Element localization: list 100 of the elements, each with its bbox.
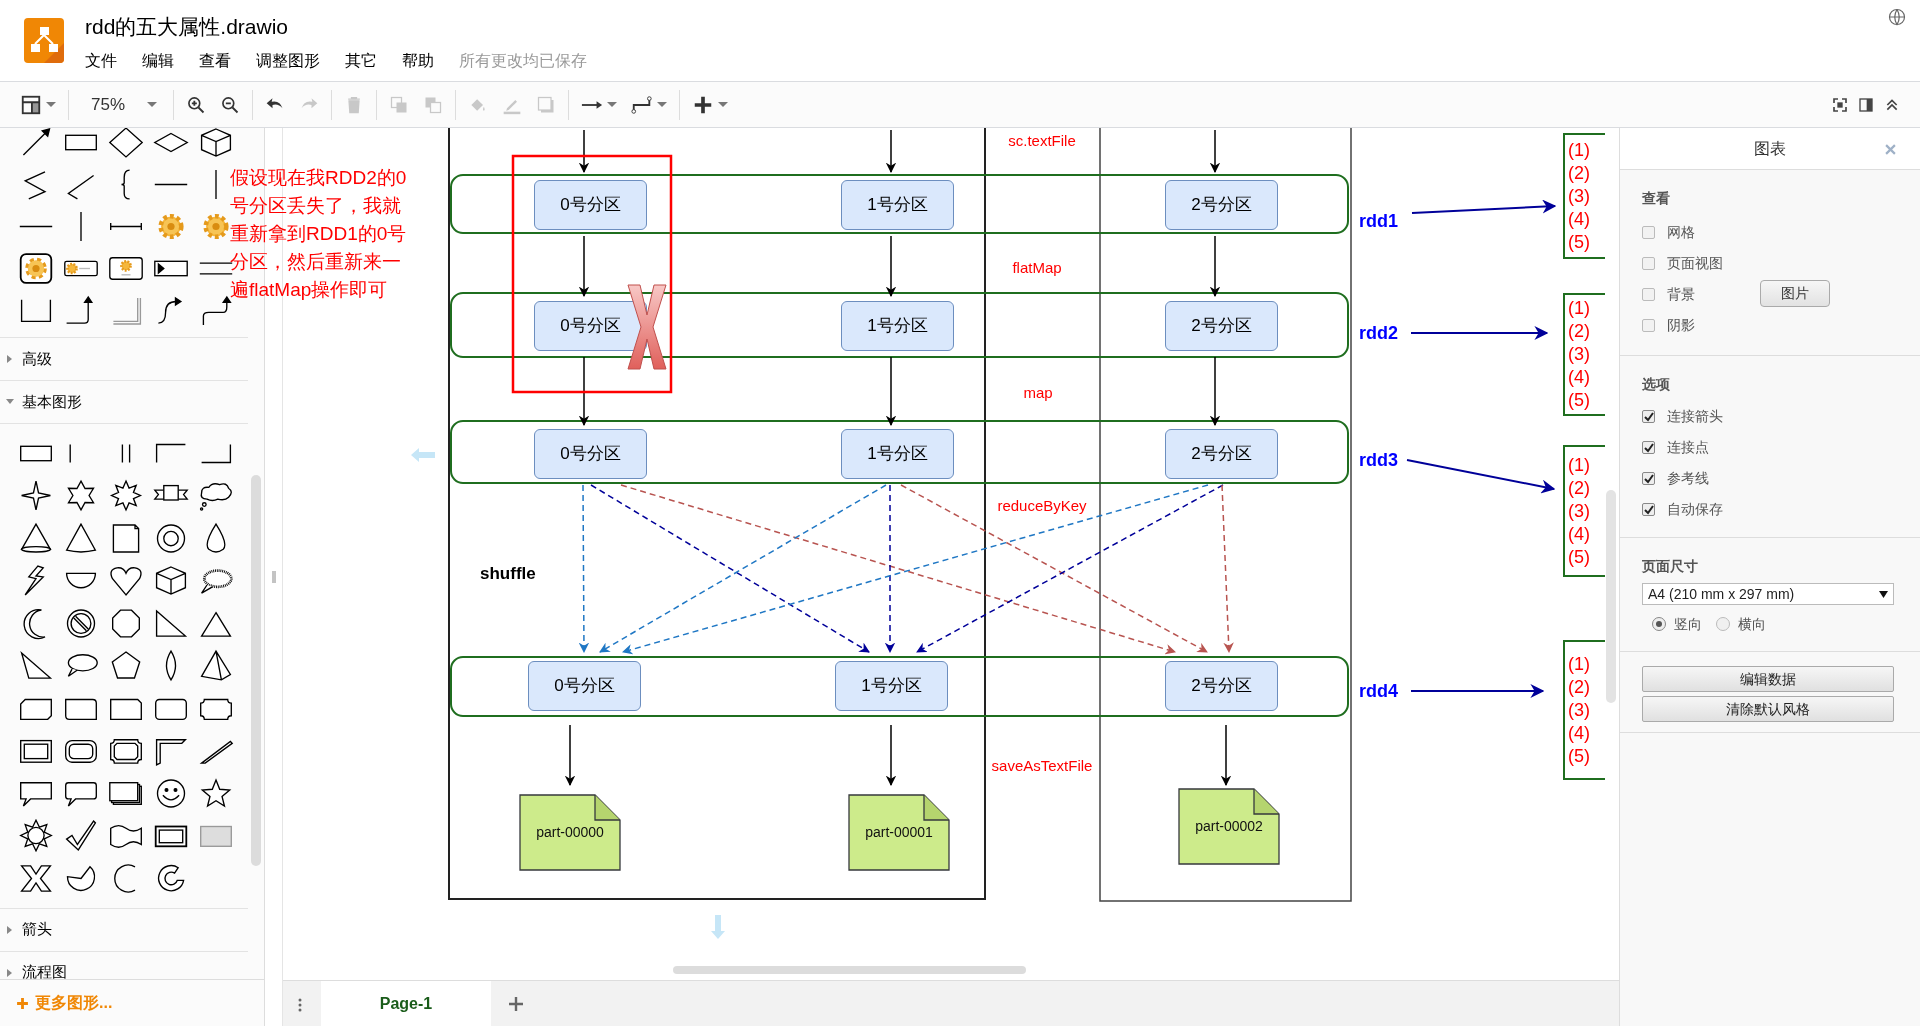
partition-box: 0号分区 bbox=[534, 429, 647, 479]
partition-box: 2号分区 bbox=[1165, 661, 1278, 711]
note-line: (2) bbox=[1568, 320, 1591, 343]
checkbox-label[interactable]: 背景 bbox=[1667, 284, 1695, 305]
waypoints-button[interactable] bbox=[631, 93, 668, 116]
globe-icon[interactable] bbox=[1888, 8, 1906, 26]
checkbox-label[interactable]: 连接点 bbox=[1667, 437, 1709, 458]
flow-arrow bbox=[578, 129, 590, 174]
menu-item[interactable]: 查看 bbox=[199, 49, 231, 73]
checkbox-label[interactable]: 参考线 bbox=[1667, 468, 1709, 489]
caret-icon bbox=[147, 102, 158, 107]
file-note: part-00001 bbox=[848, 794, 950, 871]
checkbox[interactable] bbox=[1642, 319, 1655, 332]
flow-arrow bbox=[1209, 235, 1221, 298]
elbow-connector-icon bbox=[631, 93, 654, 116]
section-header[interactable]: 流程图 bbox=[0, 951, 248, 979]
caret-icon bbox=[718, 102, 729, 107]
caret-down-icon bbox=[1879, 590, 1888, 598]
note-line: (2) bbox=[1568, 675, 1591, 699]
section-heading: 查看 bbox=[1642, 189, 1671, 208]
caret-icon bbox=[607, 102, 618, 107]
save-status: 所有更改均已保存 bbox=[459, 51, 587, 71]
note-line: (3) bbox=[1568, 184, 1591, 208]
scrollbar-thumb[interactable] bbox=[1606, 490, 1616, 703]
menu-item[interactable]: 调整图形 bbox=[256, 49, 320, 73]
operation-label: sc.textFile bbox=[1008, 132, 1076, 150]
note-line: (5) bbox=[1568, 545, 1591, 569]
operation-label: saveAsTextFile bbox=[991, 757, 1093, 775]
section-header[interactable]: 基本图形 bbox=[0, 381, 248, 424]
eight-point-star-icon[interactable] bbox=[107, 479, 144, 513]
flow-arrow bbox=[885, 356, 897, 427]
scrollbar-thumb[interactable] bbox=[673, 966, 1026, 974]
rdd-label: rdd1 bbox=[1359, 211, 1398, 231]
panel-button[interactable]: 编辑数据 bbox=[1642, 666, 1894, 692]
menu-item[interactable]: 编辑 bbox=[142, 49, 174, 73]
flow-arrow bbox=[1220, 724, 1232, 787]
checkbox-label[interactable]: 网格 bbox=[1667, 222, 1695, 243]
radio-button[interactable] bbox=[1716, 617, 1730, 631]
partition-box: 2号分区 bbox=[1165, 180, 1278, 230]
add-page-icon[interactable] bbox=[509, 997, 523, 1011]
gear-card-icon[interactable] bbox=[17, 251, 54, 285]
checkbox[interactable] bbox=[1642, 441, 1655, 454]
page-tab[interactable]: Page-1 bbox=[321, 981, 491, 1026]
section-header[interactable]: 高级 bbox=[0, 338, 248, 381]
rdd-label: rdd3 bbox=[1359, 450, 1398, 470]
checkbox[interactable] bbox=[1642, 503, 1655, 516]
caret-icon bbox=[657, 102, 668, 107]
heart-icon[interactable] bbox=[107, 564, 144, 598]
note-line: (2) bbox=[1568, 161, 1591, 185]
note-line: (4) bbox=[1568, 366, 1591, 389]
panel-button[interactable]: 清除默认风格 bbox=[1642, 696, 1894, 722]
operation-label: reduceByKey bbox=[997, 497, 1087, 515]
note-line: (3) bbox=[1568, 698, 1591, 722]
checkbox[interactable] bbox=[1642, 288, 1655, 301]
partition-box: 0号分区 bbox=[534, 180, 647, 230]
flow-arrow bbox=[1209, 129, 1221, 174]
flow-arrow bbox=[578, 356, 590, 427]
note-line: (3) bbox=[1568, 343, 1591, 366]
radio-label[interactable]: 横向 bbox=[1738, 613, 1766, 635]
note-line: (5) bbox=[1568, 744, 1591, 768]
plus-icon bbox=[16, 996, 29, 1010]
partition-box: 1号分区 bbox=[841, 180, 954, 230]
rdd-label: rdd4 bbox=[1359, 681, 1398, 701]
fullscreen-icon[interactable] bbox=[1832, 96, 1848, 113]
note-line: (1) bbox=[1568, 297, 1591, 320]
note-line: (4) bbox=[1568, 522, 1591, 546]
checkbox[interactable] bbox=[1642, 226, 1655, 239]
rdd-label: rdd2 bbox=[1359, 323, 1398, 343]
caret-right-icon bbox=[6, 968, 14, 977]
page-size-select[interactable]: A4 (210 mm x 297 mm) bbox=[1642, 583, 1894, 605]
annotation-text: 假设现在我RDD2的0号分区丢失了，我就重新拿到RDD1的0号分区，然后重新来一遍flatMap操作即可 bbox=[230, 166, 408, 302]
menu-item[interactable]: 其它 bbox=[345, 49, 377, 73]
checkbox-label[interactable]: 阴影 bbox=[1667, 315, 1695, 336]
checkbox[interactable] bbox=[1642, 257, 1655, 270]
checkbox-label[interactable]: 自动保存 bbox=[1667, 499, 1723, 520]
note-line: (1) bbox=[1568, 138, 1591, 162]
checkbox[interactable] bbox=[1642, 472, 1655, 485]
radio-label[interactable]: 竖向 bbox=[1674, 613, 1702, 635]
image-button[interactable]: 图片 bbox=[1760, 280, 1830, 307]
sun-icon[interactable] bbox=[17, 819, 54, 853]
checkbox-label[interactable]: 连接箭头 bbox=[1667, 406, 1723, 427]
file-note: part-00000 bbox=[519, 794, 621, 871]
checkbox[interactable] bbox=[1642, 410, 1655, 423]
section-header[interactable]: 箭头 bbox=[0, 908, 248, 952]
flow-arrow bbox=[564, 724, 576, 787]
checkbox-label[interactable]: 页面视图 bbox=[1667, 253, 1723, 274]
partition-box: 2号分区 bbox=[1165, 429, 1278, 479]
layout-button[interactable] bbox=[20, 93, 56, 116]
scrollbar-thumb[interactable] bbox=[251, 475, 261, 866]
zoom-select[interactable]: 75% bbox=[81, 89, 162, 120]
more-options-icon[interactable] bbox=[298, 998, 302, 1012]
zoom-in-icon[interactable] bbox=[186, 94, 207, 115]
format-panel-icon[interactable] bbox=[1858, 96, 1874, 113]
menu-item[interactable]: 帮助 bbox=[402, 49, 434, 73]
menu-item[interactable]: 文件 bbox=[85, 49, 117, 73]
layout-icon bbox=[20, 93, 42, 116]
zoom-out-icon[interactable] bbox=[220, 94, 241, 115]
partition-box: 1号分区 bbox=[841, 301, 954, 351]
radio-button[interactable] bbox=[1652, 617, 1666, 631]
document-title[interactable]: rdd的五大属性.drawio bbox=[85, 13, 587, 41]
